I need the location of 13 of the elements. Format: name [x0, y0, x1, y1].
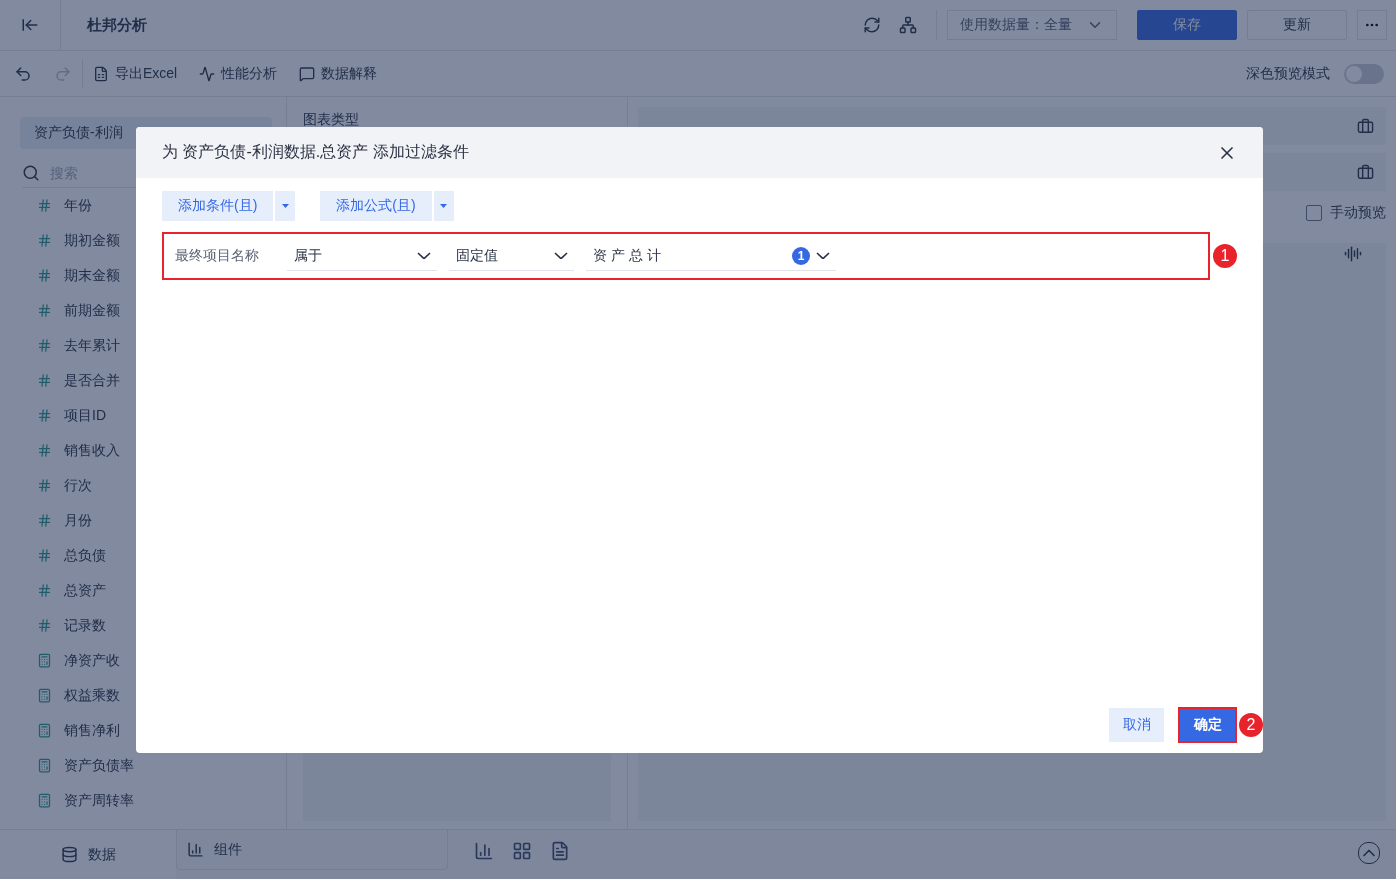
toolbar-label: 导出Excel [115, 64, 178, 83]
step-marker: 1 [1213, 244, 1237, 268]
toolbar-label: 性能分析 [221, 64, 278, 83]
step-marker: 2 [1239, 713, 1263, 737]
page-title: 杜邦分析 [87, 15, 148, 35]
manual-preview-label: 手动预览 [1330, 204, 1386, 222]
count-badge: 1 [792, 246, 810, 265]
toolbar-label: 数据解释 [321, 64, 378, 83]
condition-field: 最终项目名称 [175, 247, 275, 265]
panel-title: 图表类型 [303, 111, 360, 129]
value-text: 资 产 总 计 [593, 246, 661, 265]
dark-mode-label: 深色预览模式 [1246, 64, 1330, 83]
data-amount-label: 使用数据量：全量 [960, 16, 1072, 34]
